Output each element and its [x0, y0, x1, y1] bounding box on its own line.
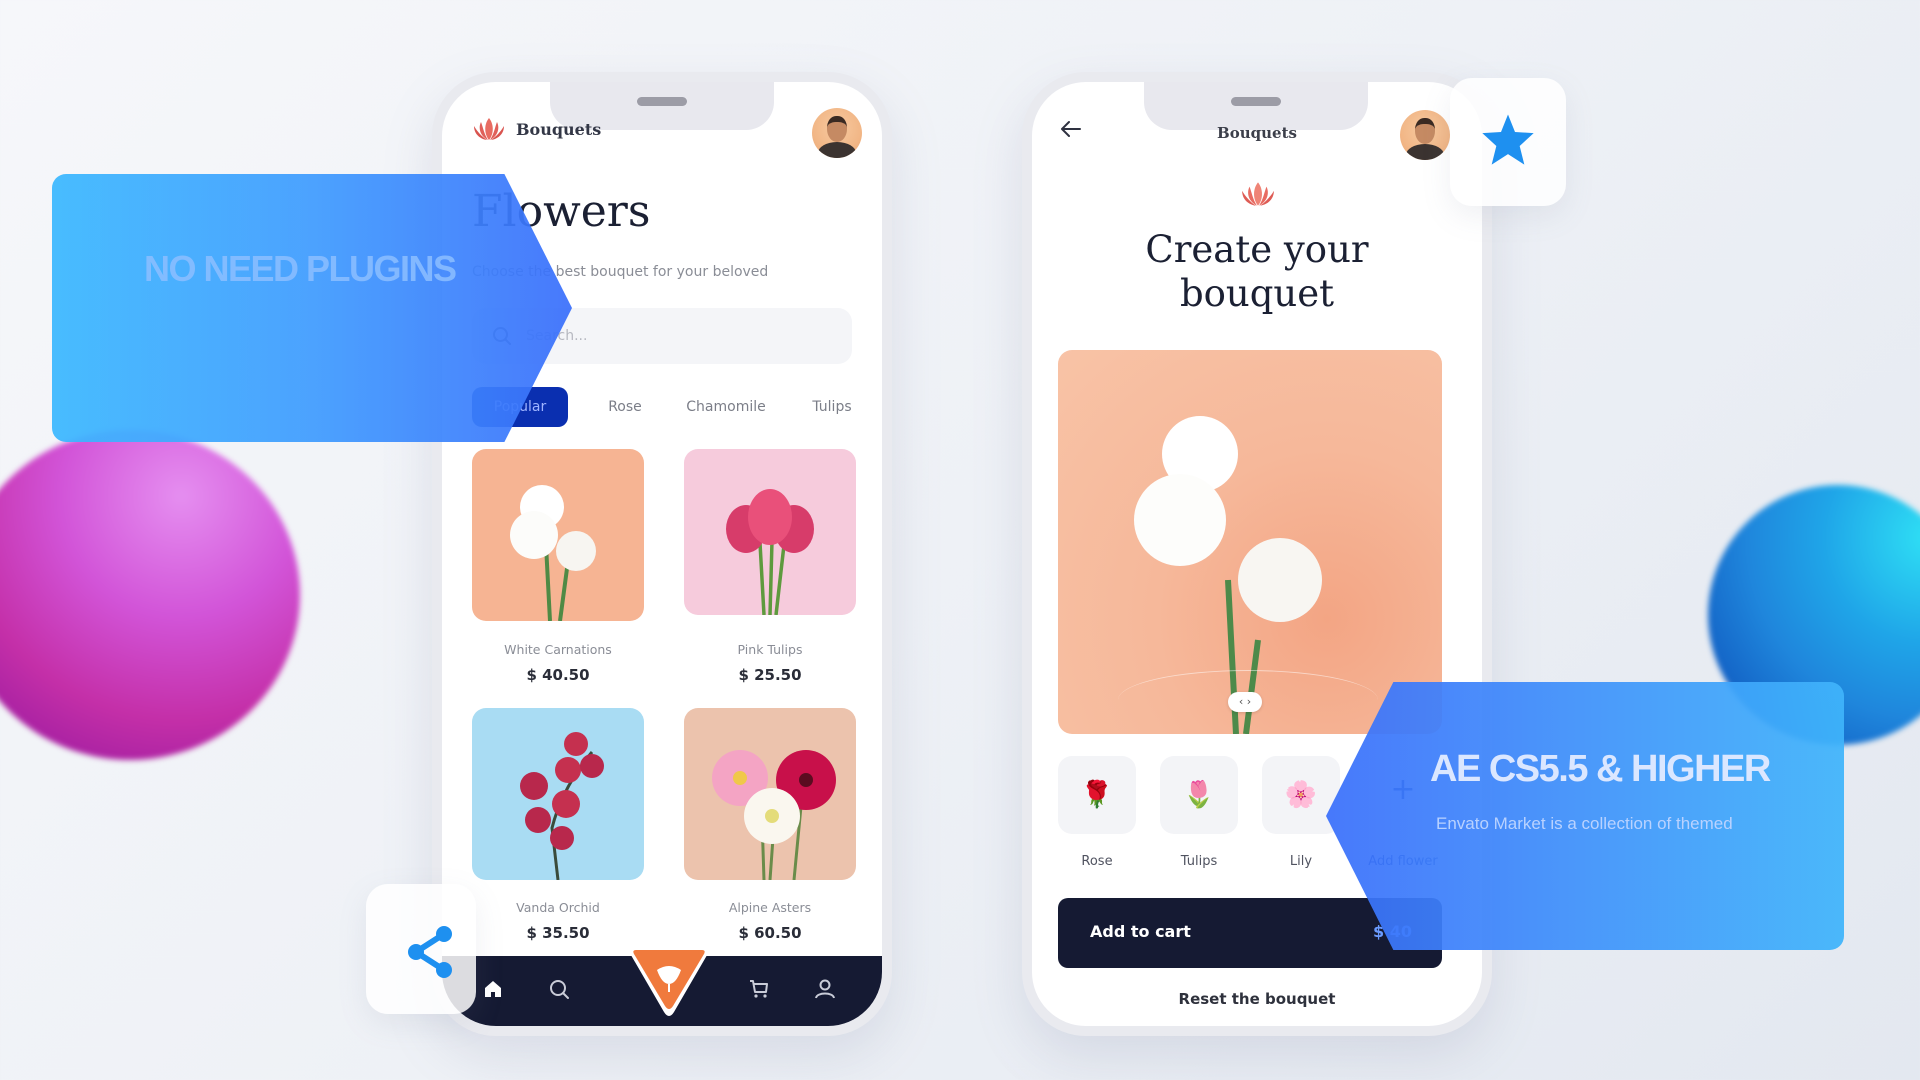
product-name: Vanda Orchid — [516, 900, 600, 915]
flower-option-label: Lily — [1289, 854, 1313, 869]
promo-right-title: AE CS5.5 & HIGHER — [1430, 748, 1771, 790]
product-name: Pink Tulips — [737, 642, 803, 657]
search-input[interactable] — [526, 322, 826, 350]
product-image-pink-tulips — [684, 449, 856, 615]
rose-icon: 🌹 — [1080, 780, 1114, 810]
product-price: $ 60.50 — [738, 924, 802, 942]
share-chip[interactable] — [366, 884, 476, 1014]
cart-icon[interactable] — [748, 978, 770, 1000]
promo-right-subtitle: Envato Market is a collection of themed — [1436, 814, 1733, 833]
brand-title: Bouquets — [516, 120, 602, 139]
title-line-2: bouquet — [1179, 272, 1335, 315]
decorative-pink-sphere — [0, 430, 300, 760]
tab-chamomile[interactable]: Chamomile — [678, 387, 774, 427]
title-line-1: Create your — [1145, 228, 1369, 271]
user-avatar[interactable] — [812, 108, 862, 158]
reset-bouquet-button[interactable]: Reset the bouquet — [1032, 990, 1482, 1008]
search-icon[interactable] — [548, 978, 570, 1000]
flower-option-tulips[interactable]: 🌷 — [1160, 756, 1238, 834]
tab-rose[interactable]: Rose — [600, 387, 650, 427]
product-price: $ 35.50 — [526, 924, 590, 942]
tab-tulips[interactable]: Tulips — [806, 387, 858, 427]
page-title: Create your bouquet — [1032, 228, 1482, 316]
user-avatar[interactable] — [1400, 110, 1450, 160]
product-image-alpine-asters — [684, 708, 856, 880]
share-icon — [408, 926, 452, 978]
phone-notch — [1144, 82, 1368, 130]
star-icon — [1482, 114, 1534, 165]
product-name: White Carnations — [504, 642, 612, 657]
bouquet-fab-button[interactable] — [626, 942, 712, 1020]
product-price: $ 40.50 — [526, 666, 590, 684]
flower-option-rose[interactable]: 🌹 — [1058, 756, 1136, 834]
favorite-chip[interactable] — [1450, 78, 1566, 206]
promo-banner-left — [52, 174, 572, 442]
flower-option-label: Rose — [1081, 854, 1113, 869]
lily-icon: 🌸 — [1284, 780, 1318, 810]
lotus-logo-icon — [1242, 182, 1274, 206]
lotus-logo-icon — [474, 118, 504, 140]
category-tabs: Popular Rose Chamomile Tulips — [472, 387, 872, 427]
product-price: $ 25.50 — [738, 666, 802, 684]
rotate-slider-handle[interactable]: ‹ › — [1228, 692, 1262, 712]
flower-option-label: Tulips — [1180, 854, 1218, 869]
bouquet-preview-image: ‹ › — [1058, 350, 1442, 734]
home-icon[interactable] — [482, 978, 504, 1000]
add-to-cart-label: Add to cart — [1090, 922, 1191, 941]
tulip-icon: 🌷 — [1182, 780, 1216, 810]
profile-icon[interactable] — [814, 978, 836, 1000]
flower-option-lily[interactable]: 🌸 — [1262, 756, 1340, 834]
product-name: Alpine Asters — [728, 900, 812, 915]
product-image-vanda-orchid — [472, 708, 644, 880]
product-image-white-carnations — [472, 449, 644, 621]
promo-left-text: NO NEED PLUGINS — [144, 248, 457, 289]
